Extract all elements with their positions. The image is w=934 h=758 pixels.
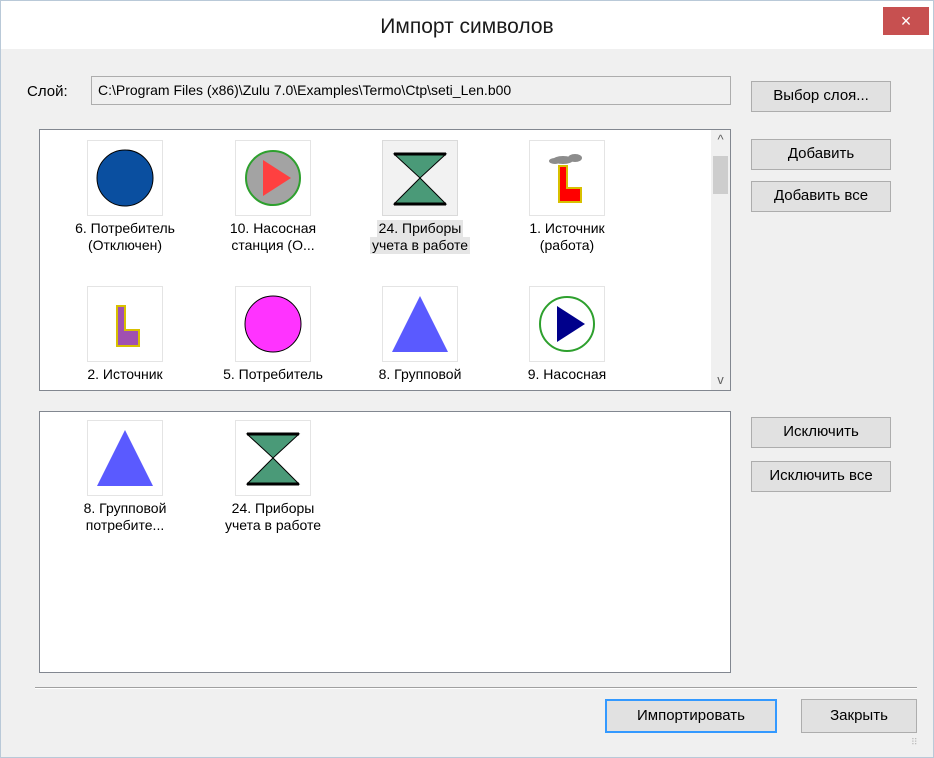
resize-grip-icon[interactable]: ⠿ [911, 737, 921, 747]
item-caption-line1: 10. Насосная [229, 220, 317, 236]
exclude-button[interactable]: Исключить [751, 417, 891, 448]
scroll-thumb[interactable] [713, 156, 728, 194]
factory-source-purple-icon [87, 286, 163, 362]
list-item[interactable]: 2. Источник [60, 286, 190, 383]
item-caption-line2: (работа) [539, 237, 595, 253]
add-all-button[interactable]: Добавить все [751, 181, 891, 212]
title-bar: Импорт символов × [1, 1, 933, 49]
item-caption-line2: потребите... [85, 517, 165, 533]
close-window-button[interactable]: × [883, 7, 929, 35]
selected-symbols-list[interactable]: 8. Групповой потребите... 24. Приборы уч… [39, 411, 731, 673]
list-item[interactable]: 24. Приборы учета в работе [208, 420, 338, 534]
choose-layer-button[interactable]: Выбор слоя... [751, 81, 891, 112]
item-caption-line1: 24. Приборы [231, 500, 315, 516]
layer-path-field: C:\Program Files (x86)\Zulu 7.0\Examples… [91, 76, 731, 105]
layer-label: Слой: [27, 83, 68, 100]
list-item[interactable]: 5. Потребитель [208, 286, 338, 383]
dialog-title: Импорт символов [380, 15, 554, 38]
import-symbols-dialog: Импорт символов × Слой: C:\Program Files… [0, 0, 934, 758]
blue-triangle-icon [87, 420, 163, 496]
item-caption-line1: 24. Приборы [376, 220, 464, 237]
item-caption-line2: учета в работе [370, 237, 470, 254]
exclude-all-button[interactable]: Исключить все [751, 461, 891, 492]
item-caption-line1: 8. Групповой [83, 500, 167, 516]
hourglass-meter-icon [235, 420, 311, 496]
scroll-up-icon[interactable]: ^ [711, 130, 730, 150]
factory-source-icon [529, 140, 605, 216]
item-caption-line1: 6. Потребитель [75, 220, 175, 236]
vertical-scrollbar[interactable]: ^ v [711, 130, 730, 390]
list-item[interactable]: 9. Насосная [502, 286, 632, 383]
item-caption-line1: 9. Насосная [527, 366, 607, 382]
close-button[interactable]: Закрыть [801, 699, 917, 733]
add-button[interactable]: Добавить [751, 139, 891, 170]
dialog-body: Слой: C:\Program Files (x86)\Zulu 7.0\Ex… [9, 49, 925, 751]
available-symbols-list[interactable]: 6. Потребитель (Отключен) 10. Насосная с… [39, 129, 731, 391]
list-item[interactable]: 1. Источник (работа) [502, 140, 632, 254]
item-caption-line2: учета в работе [225, 517, 321, 533]
hourglass-meter-icon [382, 140, 458, 216]
blue-triangle-icon [382, 286, 458, 362]
footer-divider [35, 687, 917, 688]
import-button[interactable]: Импортировать [605, 699, 777, 733]
list-item[interactable]: 8. Групповой [355, 286, 485, 383]
pump-station-off-icon [235, 140, 311, 216]
list-item[interactable]: 10. Насосная станция (О... [208, 140, 338, 254]
pump-station-icon [529, 286, 605, 362]
item-caption-line1: 5. Потребитель [223, 366, 323, 382]
magenta-circle-icon [235, 286, 311, 362]
list-item[interactable]: 8. Групповой потребите... [60, 420, 190, 534]
scroll-down-icon[interactable]: v [711, 370, 730, 390]
item-caption-line2: (Отключен) [87, 237, 163, 253]
item-caption-line2: станция (О... [231, 237, 315, 253]
item-caption-line1: 2. Источник [87, 366, 163, 382]
consumer-off-icon [87, 140, 163, 216]
list-item-selected[interactable]: 24. Приборы учета в работе [355, 140, 485, 254]
item-caption-line1: 8. Групповой [378, 366, 462, 382]
list-item[interactable]: 6. Потребитель (Отключен) [60, 140, 190, 254]
item-caption-line1: 1. Источник [529, 220, 605, 236]
